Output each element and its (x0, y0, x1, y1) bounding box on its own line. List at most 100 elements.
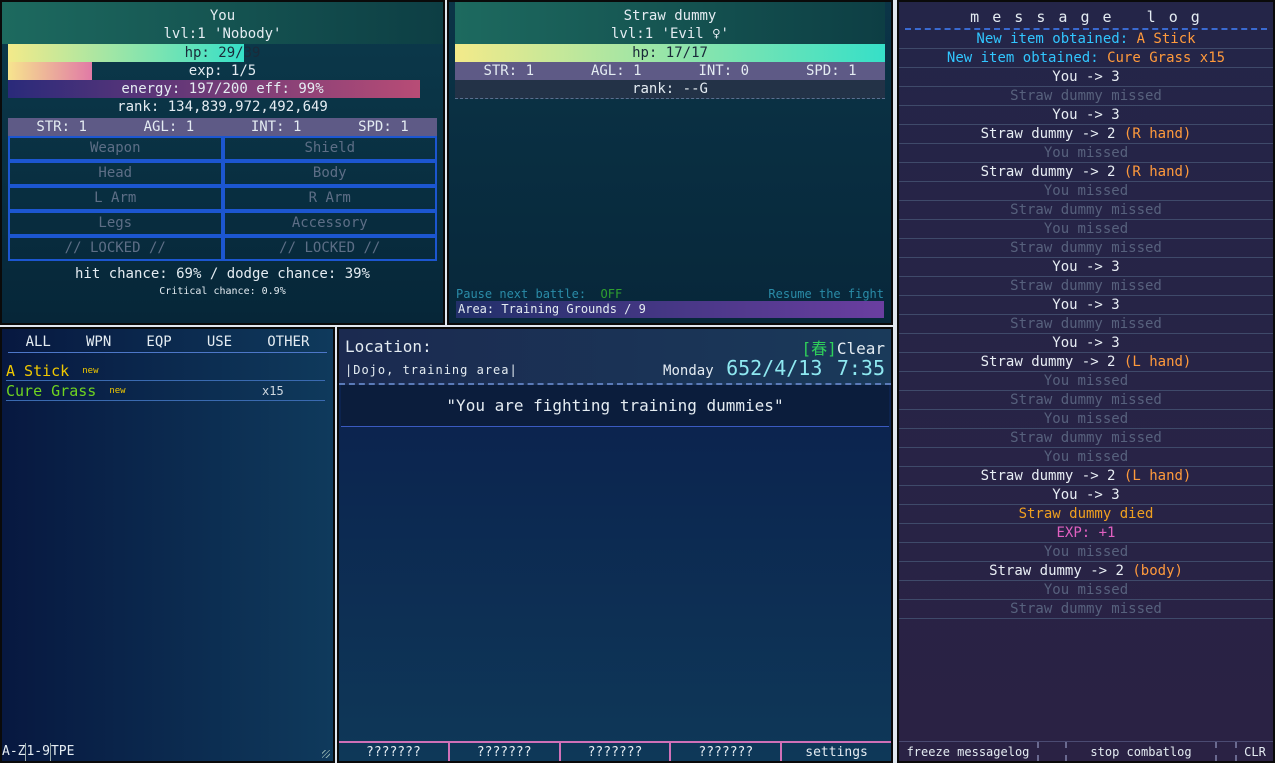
location-header: Location: [春]Clear |Dojo, training area|… (339, 329, 891, 385)
enemy-stats: STR: 1 AGL: 1 INT: 0 SPD: 1 (455, 62, 885, 80)
player-panel: You lvl:1 'Nobody' hp: 29/39 exp: 1/5 en… (0, 0, 445, 325)
area-bar: Area: Training Grounds / 9 (456, 301, 884, 318)
slot-weapon[interactable]: Weapon (8, 136, 223, 161)
enemy-stat-int: INT: 0 (698, 63, 750, 79)
log-line: Straw dummy missed (899, 315, 1273, 334)
log-line: You -> 3 (899, 334, 1273, 353)
player-stat-agl: AGL: 1 (143, 119, 195, 135)
slot-r-arm[interactable]: R Arm (222, 186, 437, 211)
datetime: Monday 652/4/13 7:35 (663, 356, 885, 380)
log-line: Straw dummy -> 2 (R hand) (899, 163, 1273, 182)
inventory-tabs: ALL WPN EQP USE OTHER (8, 332, 327, 353)
tab-all[interactable]: ALL (26, 332, 51, 352)
footer-spacer-2 (1217, 742, 1237, 761)
nav-button-2[interactable]: ??????? (447, 741, 559, 761)
log-line: You missed (899, 581, 1273, 600)
log-text: You -> 3 (1052, 69, 1120, 85)
log-line: New item obtained: A Stick (899, 30, 1273, 49)
area-text: Area: Training Grounds / 9 (458, 302, 646, 316)
log-line: You missed (899, 410, 1273, 429)
log-text: Straw dummy missed (1010, 601, 1162, 617)
log-line: You missed (899, 543, 1273, 562)
player-rank: rank: 134,839,972,492,649 (117, 99, 328, 115)
log-text: A Stick (1136, 31, 1196, 47)
log-line: Straw dummy -> 2 (body) (899, 562, 1273, 581)
log-line: Straw dummy missed (899, 277, 1273, 296)
pause-row: Pause next battle: OFF Resume the fight (456, 287, 884, 301)
pause-label: Pause next battle: (456, 287, 587, 301)
item-name: A Stick (6, 362, 70, 380)
enemy-rank: rank: --G (455, 80, 885, 99)
sort-az-button[interactable]: A-Z (2, 743, 27, 761)
date-value: 652/4/13 (726, 356, 823, 380)
inventory-item[interactable]: A Stick new (6, 361, 325, 381)
log-line: You -> 3 (899, 296, 1273, 315)
nav-button-4[interactable]: ??????? (669, 741, 781, 761)
slot-l-arm[interactable]: L Arm (8, 186, 223, 211)
log-text: Straw dummy missed (1010, 430, 1162, 446)
log-text: (L hand) (1123, 468, 1192, 484)
clear-log-button[interactable]: CLR (1237, 742, 1273, 761)
log-text: You -> 3 (1052, 487, 1120, 503)
slot-head[interactable]: Head (8, 161, 223, 186)
enemy-level: lvl:1 'Evil ♀' (610, 26, 729, 42)
log-text: You -> 3 (1052, 259, 1120, 275)
log-text: You missed (1043, 373, 1129, 389)
critical-chance: Critical chance: 0.9% (159, 286, 286, 297)
log-text: New item obtained: (946, 50, 1108, 66)
equipment-grid: Weapon Shield Head Body L Arm R Arm Legs… (8, 136, 437, 261)
nav-button-1[interactable]: ??????? (339, 741, 448, 761)
place-name: |Dojo, training area| (345, 363, 518, 377)
nav-button-3[interactable]: ??????? (558, 741, 670, 761)
log-text: Straw dummy -> 2 (980, 468, 1124, 484)
tab-eqp[interactable]: EQP (146, 332, 171, 352)
enemy-stat-str: STR: 1 (483, 63, 535, 79)
log-text: EXP: +1 (1056, 525, 1116, 541)
slot-body[interactable]: Body (222, 161, 437, 186)
log-line: You -> 3 (899, 106, 1273, 125)
log-text: You -> 3 (1052, 297, 1120, 313)
inventory-panel: ALL WPN EQP USE OTHER A Stick new Cure G… (0, 327, 335, 763)
log-text: Straw dummy -> 2 (980, 164, 1124, 180)
log-line: Straw dummy missed (899, 201, 1273, 220)
enemy-panel: Straw dummy lvl:1 'Evil ♀' hp: 17/17 STR… (447, 0, 893, 325)
message-log-panel: m e s s a g e l o g New item obtained: A… (897, 0, 1275, 763)
log-line: Straw dummy -> 2 (L hand) (899, 467, 1273, 486)
player-stats: STR: 1 AGL: 1 INT: 1 SPD: 1 (8, 118, 437, 136)
stop-combatlog-button[interactable]: stop combatlog (1067, 742, 1217, 761)
sort-buttons: A-Z 1-9 TPE (2, 743, 74, 761)
tab-use[interactable]: USE (207, 332, 232, 352)
log-line: Straw dummy died (899, 505, 1273, 524)
item-quantity: x15 (262, 384, 284, 398)
settings-button[interactable]: settings (780, 741, 891, 761)
log-text: Straw dummy -> 2 (989, 563, 1133, 579)
pause-value: OFF (600, 287, 623, 301)
pause-next-battle[interactable]: Pause next battle: OFF (456, 287, 622, 301)
resume-fight-button[interactable]: Resume the fight (768, 287, 884, 301)
resize-handle-icon[interactable] (322, 750, 330, 758)
log-text: (L hand) (1123, 354, 1192, 370)
location-description: "You are fighting training dummies" (341, 385, 889, 427)
player-level: lvl:1 'Nobody' (163, 26, 282, 42)
log-text: You missed (1043, 544, 1129, 560)
player-hp-text: hp: 29/39 (184, 45, 261, 61)
log-text: (R hand) (1123, 126, 1192, 142)
slot-locked-1: // LOCKED // (8, 236, 223, 261)
log-line: You -> 3 (899, 486, 1273, 505)
log-line: EXP: +1 (899, 524, 1273, 543)
slot-legs[interactable]: Legs (8, 211, 223, 236)
sort-19-button[interactable]: 1-9 (26, 743, 51, 761)
log-line: You missed (899, 372, 1273, 391)
player-stat-int: INT: 1 (250, 119, 302, 135)
sort-type-button[interactable]: TPE (51, 743, 74, 761)
inventory-item[interactable]: Cure Grass new x15 (6, 381, 325, 401)
freeze-messagelog-button[interactable]: freeze messagelog (899, 742, 1039, 761)
footer-spacer (1039, 742, 1067, 761)
log-line: Straw dummy missed (899, 87, 1273, 106)
slot-shield[interactable]: Shield (222, 136, 437, 161)
slot-accessory[interactable]: Accessory (222, 211, 437, 236)
tab-wpn[interactable]: WPN (86, 332, 111, 352)
player-energy-bar: energy: 197/200 eff: 99% (8, 80, 437, 98)
log-text: Straw dummy -> 2 (980, 126, 1124, 142)
tab-other[interactable]: OTHER (267, 332, 309, 352)
